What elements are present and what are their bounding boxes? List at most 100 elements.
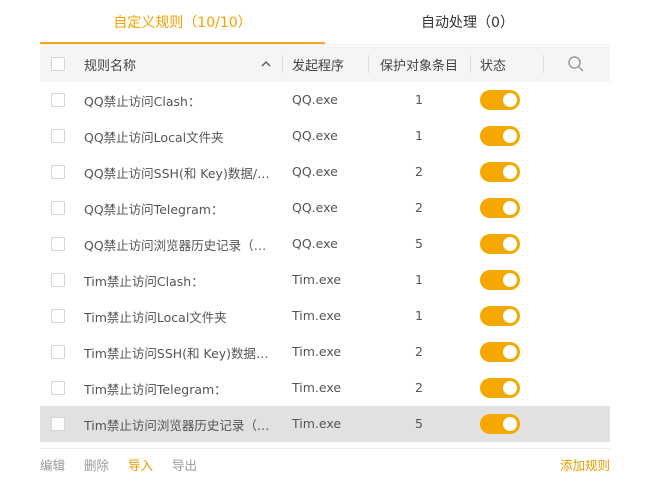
- rule-process: QQ.exe: [292, 236, 338, 251]
- toggle-knob: [503, 165, 517, 179]
- rule-process: QQ.exe: [292, 164, 338, 179]
- search-cell: [542, 55, 610, 73]
- tab-bar: 自定义规则（10/10） 自动处理（0）: [40, 0, 610, 44]
- toggle-knob: [503, 273, 517, 287]
- rule-count: 5: [415, 416, 423, 431]
- toggle-knob: [503, 237, 517, 251]
- row-checkbox[interactable]: [51, 345, 65, 359]
- rule-count: 2: [415, 344, 423, 359]
- rule-count: 2: [415, 164, 423, 179]
- toggle-knob: [503, 345, 517, 359]
- rule-name: QQ禁止访问Telegram：: [84, 201, 224, 217]
- row-checkbox[interactable]: [51, 201, 65, 215]
- column-header-name[interactable]: 规则名称: [76, 55, 282, 74]
- column-separator: [470, 55, 471, 73]
- toggle-knob: [503, 93, 517, 107]
- table-body: QQ禁止访问Clash： QQ.exe 1 QQ禁止访问Local文件夹 QQ.…: [40, 82, 610, 442]
- rule-count: 1: [415, 272, 423, 287]
- table-row[interactable]: QQ禁止访问SSH(和 Key)数据/GPG... QQ.exe 2: [40, 154, 610, 190]
- row-checkbox[interactable]: [51, 237, 65, 251]
- tab-auto-handle[interactable]: 自动处理（0）: [325, 0, 610, 44]
- rule-process: Tim.exe: [292, 308, 342, 323]
- column-header-process[interactable]: 发起程序: [282, 55, 368, 74]
- rule-name: Tim禁止访问Clash：: [84, 273, 204, 289]
- rule-status-toggle[interactable]: [480, 342, 520, 362]
- column-separator: [543, 55, 544, 73]
- tabs-divider: [40, 44, 610, 45]
- rule-name: Tim禁止访问浏览器历史记录（Chr...: [84, 417, 272, 433]
- column-header-name-label: 规则名称: [84, 58, 137, 74]
- rule-process: QQ.exe: [292, 200, 338, 215]
- rule-status-toggle[interactable]: [480, 414, 520, 434]
- footer-divider: [40, 448, 610, 449]
- chevron-up-icon[interactable]: [260, 58, 272, 70]
- column-separator: [282, 55, 283, 73]
- rule-name: QQ禁止访问Clash：: [84, 93, 201, 109]
- rule-process: Tim.exe: [292, 272, 342, 287]
- rule-status-toggle[interactable]: [480, 198, 520, 218]
- rule-name: QQ禁止访问SSH(和 Key)数据/GPG...: [84, 165, 272, 181]
- row-checkbox[interactable]: [51, 93, 65, 107]
- table-row[interactable]: Tim禁止访问Local文件夹 Tim.exe 1: [40, 298, 610, 334]
- toggle-knob: [503, 309, 517, 323]
- toggle-knob: [503, 417, 517, 431]
- rules-table: 规则名称 发起程序 保护对象条目 状态 QQ禁止访问Clash： QQ.exe …: [40, 46, 610, 442]
- toggle-knob: [503, 201, 517, 215]
- column-header-count-label: 保护对象条目: [379, 58, 458, 74]
- tab-custom-rules[interactable]: 自定义规则（10/10）: [40, 0, 325, 44]
- search-icon[interactable]: [567, 55, 585, 73]
- row-checkbox[interactable]: [51, 417, 65, 431]
- rule-count: 1: [415, 92, 423, 107]
- rule-process: Tim.exe: [292, 344, 342, 359]
- rule-process: QQ.exe: [292, 92, 338, 107]
- rule-status-toggle[interactable]: [480, 234, 520, 254]
- rule-status-toggle[interactable]: [480, 378, 520, 398]
- edit-button[interactable]: 编辑: [40, 455, 65, 474]
- table-row[interactable]: Tim禁止访问Clash： Tim.exe 1: [40, 262, 610, 298]
- row-checkbox[interactable]: [51, 165, 65, 179]
- rule-process: Tim.exe: [292, 416, 342, 431]
- table-row-selected[interactable]: Tim禁止访问浏览器历史记录（Chr... Tim.exe 5: [40, 406, 610, 442]
- add-rule-button[interactable]: 添加规则: [560, 455, 610, 474]
- row-checkbox[interactable]: [51, 129, 65, 143]
- rule-status-toggle[interactable]: [480, 126, 520, 146]
- table-row[interactable]: QQ禁止访问Clash： QQ.exe 1: [40, 82, 610, 118]
- rule-status-toggle[interactable]: [480, 162, 520, 182]
- select-all-checkbox[interactable]: [51, 57, 65, 71]
- table-header: 规则名称 发起程序 保护对象条目 状态: [40, 46, 610, 82]
- delete-button[interactable]: 删除: [84, 455, 109, 474]
- rule-count: 5: [415, 236, 423, 251]
- table-row[interactable]: QQ禁止访问浏览器历史记录（Chr... QQ.exe 5: [40, 226, 610, 262]
- rule-status-toggle[interactable]: [480, 90, 520, 110]
- table-row[interactable]: QQ禁止访问Local文件夹 QQ.exe 1: [40, 118, 610, 154]
- row-checkbox[interactable]: [51, 309, 65, 323]
- row-checkbox[interactable]: [51, 273, 65, 287]
- column-header-count[interactable]: 保护对象条目: [368, 55, 470, 74]
- export-button[interactable]: 导出: [172, 455, 197, 474]
- column-header-process-label: 发起程序: [292, 58, 345, 74]
- table-row[interactable]: Tim禁止访问Telegram： Tim.exe 2: [40, 370, 610, 406]
- rule-count: 2: [415, 200, 423, 215]
- import-button[interactable]: 导入: [128, 455, 153, 474]
- table-row[interactable]: Tim禁止访问SSH(和 Key)数据/GP... Tim.exe 2: [40, 334, 610, 370]
- rule-status-toggle[interactable]: [480, 306, 520, 326]
- rule-count: 2: [415, 380, 423, 395]
- row-checkbox[interactable]: [51, 381, 65, 395]
- rule-count: 1: [415, 128, 423, 143]
- table-row[interactable]: QQ禁止访问Telegram： QQ.exe 2: [40, 190, 610, 226]
- select-all-cell: [40, 57, 76, 71]
- rule-name: Tim禁止访问Local文件夹: [84, 309, 227, 325]
- rule-process: QQ.exe: [292, 128, 338, 143]
- rule-process: Tim.exe: [292, 380, 342, 395]
- rule-count: 1: [415, 308, 423, 323]
- footer-toolbar: 编辑 删除 导入 导出 添加规则: [40, 452, 610, 476]
- toggle-knob: [503, 129, 517, 143]
- rule-status-toggle[interactable]: [480, 270, 520, 290]
- column-separator: [368, 55, 369, 73]
- rule-name: Tim禁止访问Telegram：: [84, 381, 227, 397]
- column-header-status[interactable]: 状态: [470, 55, 542, 74]
- toggle-knob: [503, 381, 517, 395]
- column-header-status-label: 状态: [480, 58, 507, 74]
- rule-name: QQ禁止访问Local文件夹: [84, 129, 224, 145]
- rule-name: QQ禁止访问浏览器历史记录（Chr...: [84, 237, 272, 253]
